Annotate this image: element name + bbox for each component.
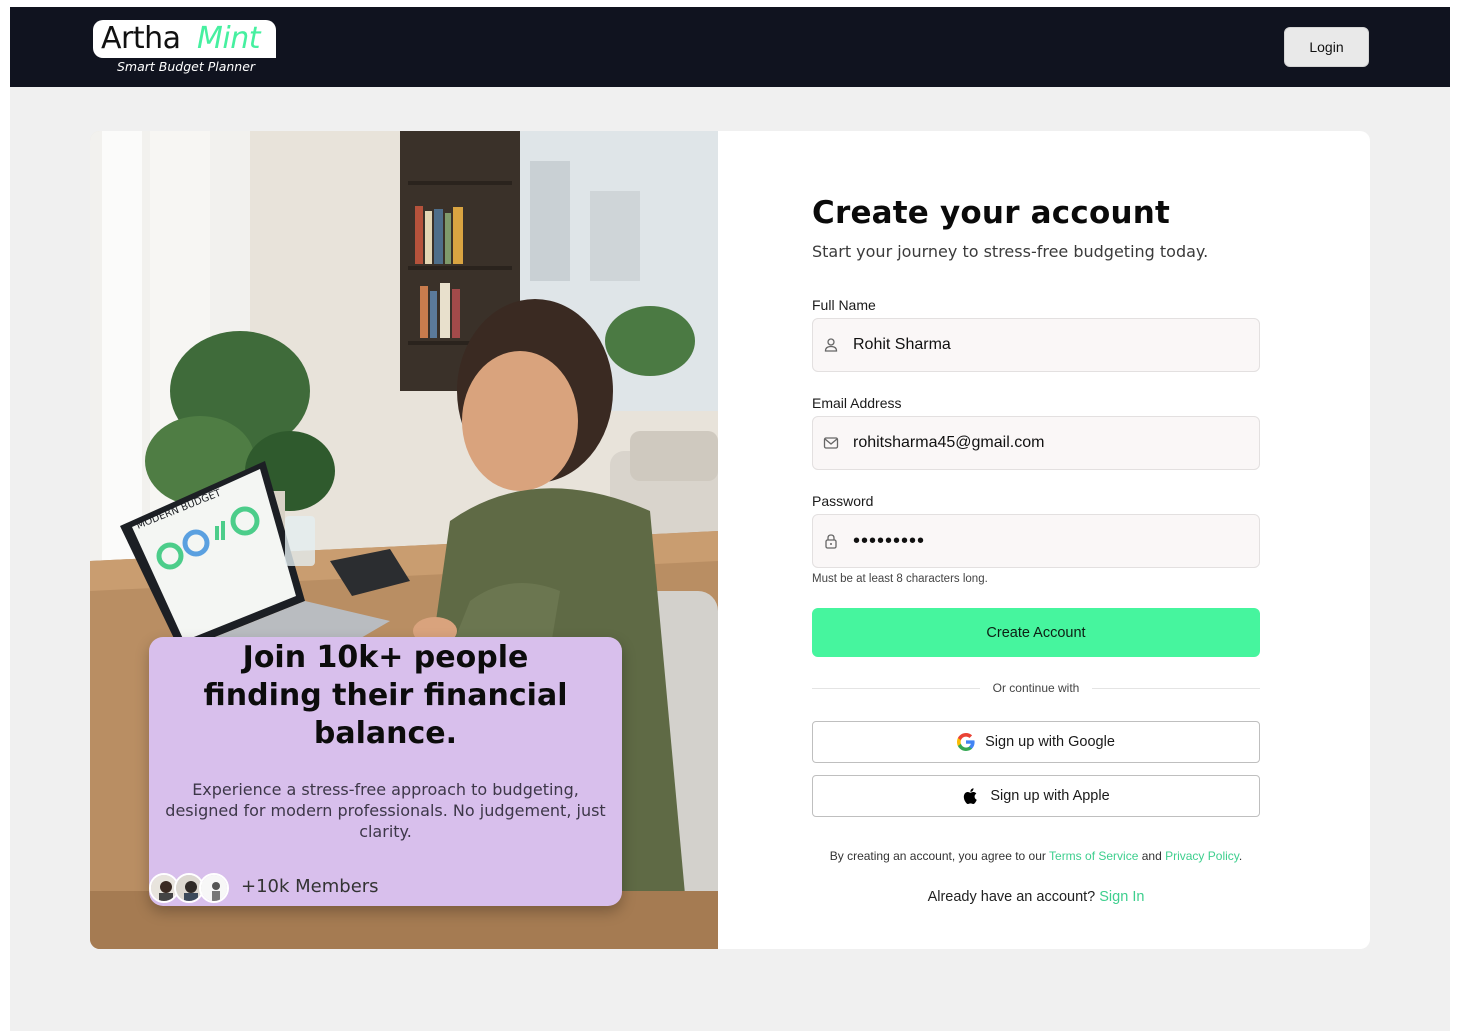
signin-prompt-text: Already have an account? bbox=[927, 889, 1096, 905]
email-label: Email Address bbox=[812, 395, 902, 411]
promo-card: Join 10k+ people finding their financial… bbox=[149, 637, 622, 906]
terms-text: By creating an account, you agree to our… bbox=[812, 849, 1260, 863]
privacy-policy-link[interactable]: Privacy Policy bbox=[1165, 849, 1239, 863]
divider-text: Or continue with bbox=[980, 681, 1092, 695]
promo-subtitle: Experience a stress-free approach to bud… bbox=[165, 780, 606, 841]
logo-tagline: Smart Budget Planner bbox=[117, 59, 256, 74]
full-name-label: Full Name bbox=[812, 297, 876, 313]
page-frame: Artha Mint Smart Budget Planner Login MO… bbox=[10, 7, 1450, 1031]
logo-text-artha: Artha bbox=[101, 21, 181, 56]
password-label: Password bbox=[812, 493, 874, 509]
password-field bbox=[812, 514, 1260, 568]
terms-prefix: By creating an account, you agree to our bbox=[829, 849, 1046, 863]
terms-of-service-link[interactable]: Terms of Service bbox=[1049, 849, 1138, 863]
full-name-input[interactable] bbox=[853, 319, 1253, 371]
hero-image: MODERN BUDGET Join 10k+ people finding t… bbox=[90, 131, 718, 949]
mail-icon bbox=[823, 437, 839, 449]
signup-card: MODERN BUDGET Join 10k+ people finding t… bbox=[90, 131, 1370, 949]
password-hint: Must be at least 8 characters long. bbox=[812, 573, 988, 585]
google-icon bbox=[957, 733, 975, 751]
create-account-button[interactable]: Create Account bbox=[812, 608, 1260, 657]
member-avatars bbox=[149, 873, 231, 905]
promo-title: Join 10k+ people finding their financial… bbox=[203, 640, 568, 751]
login-button[interactable]: Login bbox=[1284, 27, 1369, 67]
full-name-field bbox=[812, 318, 1260, 372]
apple-signup-label: Sign up with Apple bbox=[990, 788, 1110, 804]
terms-and: and bbox=[1141, 849, 1162, 863]
google-signup-label: Sign up with Google bbox=[985, 734, 1115, 750]
members-count: +10k Members bbox=[241, 876, 379, 897]
password-input[interactable] bbox=[853, 515, 1253, 567]
apple-signup-button[interactable]: Sign up with Apple bbox=[812, 775, 1260, 817]
logo[interactable]: Artha Mint bbox=[93, 20, 276, 58]
google-signup-button[interactable]: Sign up with Google bbox=[812, 721, 1260, 763]
signup-form: Create your account Start your journey t… bbox=[718, 131, 1370, 949]
terms-suffix: . bbox=[1238, 849, 1243, 863]
form-title: Create your account bbox=[812, 195, 1170, 231]
form-subtitle: Start your journey to stress-free budget… bbox=[812, 242, 1209, 261]
email-input[interactable] bbox=[853, 417, 1253, 469]
signin-prompt: Already have an account? Sign In bbox=[812, 889, 1260, 905]
apple-icon bbox=[964, 788, 978, 805]
top-navbar: Artha Mint Smart Budget Planner Login bbox=[10, 7, 1450, 87]
sign-in-link[interactable]: Sign In bbox=[1099, 889, 1144, 905]
email-field bbox=[812, 416, 1260, 470]
avatar bbox=[199, 873, 229, 903]
lock-icon bbox=[825, 534, 837, 549]
logo-text-mint: Mint bbox=[197, 21, 261, 56]
user-icon bbox=[824, 338, 838, 352]
